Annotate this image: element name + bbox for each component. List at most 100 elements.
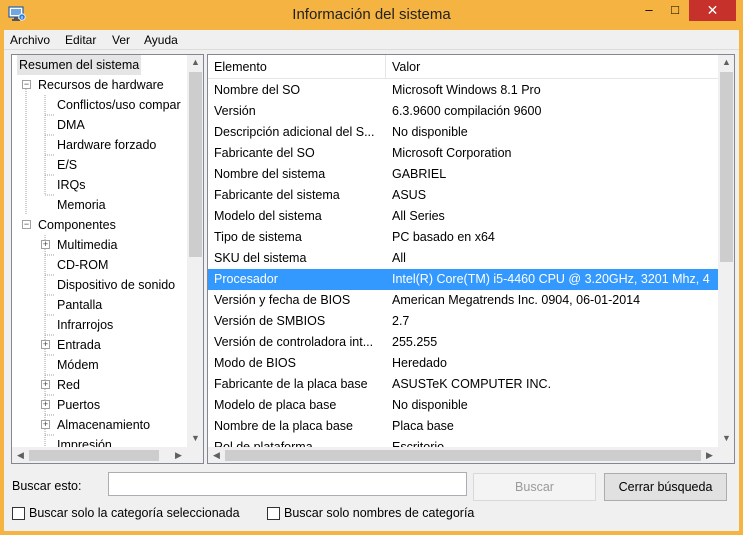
cell-valor: ASUS (392, 188, 427, 202)
table-row[interactable]: Procesador Intel(R) Core(TM) i5-4460 CPU … (208, 269, 718, 290)
app-window: Información del sistema – □ ✕ Archivo Ed… (0, 0, 743, 535)
table-row[interactable]: Versión de SMBIOS 2.7 (208, 311, 718, 332)
cell-valor: All Series (392, 209, 445, 223)
tree-item[interactable]: Puertos (57, 395, 100, 415)
column-header-elemento[interactable]: Elemento (208, 55, 386, 79)
tree-item[interactable]: Infrarrojos (57, 315, 113, 335)
tree-item[interactable]: Conflictos/uso compar (57, 95, 181, 115)
details-list[interactable]: Elemento Valor Nombre del SO Microsoft Wi… (207, 54, 735, 464)
scroll-right-icon[interactable]: ▶ (701, 450, 718, 461)
tree-item[interactable]: E/S (57, 155, 77, 175)
cell-elemento: Descripción adicional del S... (214, 125, 375, 139)
checkbox-selected-category[interactable] (12, 507, 25, 520)
table-row[interactable]: Tipo de sistema PC basado en x64 (208, 227, 718, 248)
cell-elemento: Versión de controladora int... (214, 335, 374, 349)
column-header-valor[interactable]: Valor (386, 55, 718, 79)
cell-elemento: Procesador (214, 272, 278, 286)
tree-item[interactable]: Almacenamiento (57, 415, 150, 435)
tree-item[interactable]: CD-ROM (57, 255, 108, 275)
tree-scroll-thumb[interactable] (189, 72, 202, 257)
cell-valor: 255.255 (392, 335, 438, 349)
close-search-button[interactable]: Cerrar búsqueda (604, 473, 727, 501)
table-row[interactable]: Versión 6.3.9600 compilación 9600 (208, 101, 718, 122)
cell-valor: ASUSTeK COMPUTER INC. (392, 377, 552, 391)
table-row[interactable]: Versión de controladora int... 255.255 (208, 332, 718, 353)
cell-elemento: Nombre de la placa base (214, 419, 353, 433)
tree-horizontal-scrollbar[interactable]: ◀ ▶ (12, 447, 187, 463)
table-row[interactable]: Modelo de placa base No disponible (208, 395, 718, 416)
table-row[interactable]: Descripción adicional del S... No disponi… (208, 122, 718, 143)
tree-item[interactable]: Entrada (57, 335, 101, 355)
cell-elemento: Nombre del sistema (214, 167, 326, 181)
list-horizontal-scrollbar[interactable]: ◀ ▶ (208, 447, 718, 463)
list-hscroll-thumb[interactable] (225, 450, 701, 461)
tree-item[interactable]: DMA (57, 115, 85, 135)
tree-item[interactable]: Resumen del sistema (17, 55, 142, 75)
menu-archivo[interactable]: Archivo (10, 33, 50, 47)
tree-item[interactable]: IRQs (57, 175, 85, 195)
cell-valor: Microsoft Windows 8.1 Pro (392, 83, 541, 97)
tree-item[interactable]: Pantalla (57, 295, 102, 315)
table-row[interactable]: Fabricante del SO Microsoft Corporation (208, 143, 718, 164)
window-client: Archivo Editar Ver Ayuda Resumen del sis… (4, 30, 739, 531)
option-selected-category[interactable]: Buscar solo la categoría seleccionada (12, 506, 262, 522)
expand-icon[interactable]: + (41, 240, 50, 249)
tree-item[interactable]: Dispositivo de sonido (57, 275, 175, 295)
table-row[interactable]: SKU del sistema All (208, 248, 718, 269)
scroll-down-icon[interactable]: ▼ (187, 433, 203, 443)
checkbox-category-names[interactable] (267, 507, 280, 520)
collapse-icon[interactable]: − (22, 220, 31, 229)
scroll-right-icon[interactable]: ▶ (170, 450, 187, 461)
table-row[interactable]: Modelo del sistema All Series (208, 206, 718, 227)
cell-elemento: Tipo de sistema (214, 230, 302, 244)
tree-item[interactable]: Memoria (57, 195, 106, 215)
table-row[interactable]: Fabricante del sistema ASUS (208, 185, 718, 206)
minimize-button[interactable]: – (636, 0, 662, 21)
tree-item[interactable]: Multimedia (57, 235, 117, 255)
list-scroll-thumb[interactable] (720, 72, 733, 262)
collapse-icon[interactable]: − (22, 80, 31, 89)
category-tree[interactable]: Resumen del sistema − Recursos de hardware… (11, 54, 204, 464)
scroll-left-icon[interactable]: ◀ (208, 450, 225, 461)
menu-ayuda[interactable]: Ayuda (144, 33, 178, 47)
tree-item[interactable]: Red (57, 375, 80, 395)
tree-vertical-scrollbar[interactable]: ▲ ▼ (187, 55, 203, 447)
menu-bar: Archivo Editar Ver Ayuda (4, 30, 739, 50)
scroll-down-icon[interactable]: ▼ (718, 433, 734, 443)
maximize-button[interactable]: □ (662, 0, 688, 21)
cell-valor: PC basado en x64 (392, 230, 495, 244)
option-category-names[interactable]: Buscar solo nombres de categoría (267, 506, 507, 522)
option-selected-category-label: Buscar solo la categoría seleccionada (29, 506, 240, 520)
search-input[interactable] (108, 472, 467, 496)
expand-icon[interactable]: + (41, 420, 50, 429)
expand-icon[interactable]: + (41, 340, 50, 349)
scroll-up-icon[interactable]: ▲ (718, 57, 734, 67)
cell-elemento: Versión y fecha de BIOS (214, 293, 351, 307)
scroll-left-icon[interactable]: ◀ (12, 450, 29, 461)
table-row[interactable]: Nombre de la placa base Placa base (208, 416, 718, 437)
expand-icon[interactable]: + (41, 400, 50, 409)
tree-item[interactable]: Módem (57, 355, 99, 375)
list-header: Elemento Valor (208, 55, 718, 79)
tree-item[interactable]: Componentes (38, 215, 116, 235)
cell-valor: 6.3.9600 compilación 9600 (392, 104, 542, 118)
tree-hscroll-thumb[interactable] (29, 450, 159, 461)
list-vertical-scrollbar[interactable]: ▲ ▼ (718, 55, 734, 447)
table-row[interactable]: Fabricante de la placa base ASUSTeK COMPU… (208, 374, 718, 395)
menu-editar[interactable]: Editar (65, 33, 96, 47)
tree-item[interactable]: Hardware forzado (57, 135, 156, 155)
search-button[interactable]: Buscar (473, 473, 596, 501)
close-button[interactable]: ✕ (689, 0, 736, 21)
menu-ver[interactable]: Ver (112, 33, 130, 47)
cell-elemento: Fabricante de la placa base (214, 377, 368, 391)
table-row[interactable]: Nombre del SO Microsoft Windows 8.1 Pro (208, 80, 718, 101)
scroll-up-icon[interactable]: ▲ (187, 57, 203, 67)
table-row[interactable]: Nombre del sistema GABRIEL (208, 164, 718, 185)
cell-elemento: Nombre del SO (214, 83, 301, 97)
table-row[interactable]: Modo de BIOS Heredado (208, 353, 718, 374)
cell-valor: Heredado (392, 356, 447, 370)
table-row[interactable]: Versión y fecha de BIOS American Megatren… (208, 290, 718, 311)
title-bar[interactable]: Información del sistema – □ ✕ (0, 0, 743, 30)
tree-item[interactable]: Recursos de hardware (38, 75, 164, 95)
expand-icon[interactable]: + (41, 380, 50, 389)
